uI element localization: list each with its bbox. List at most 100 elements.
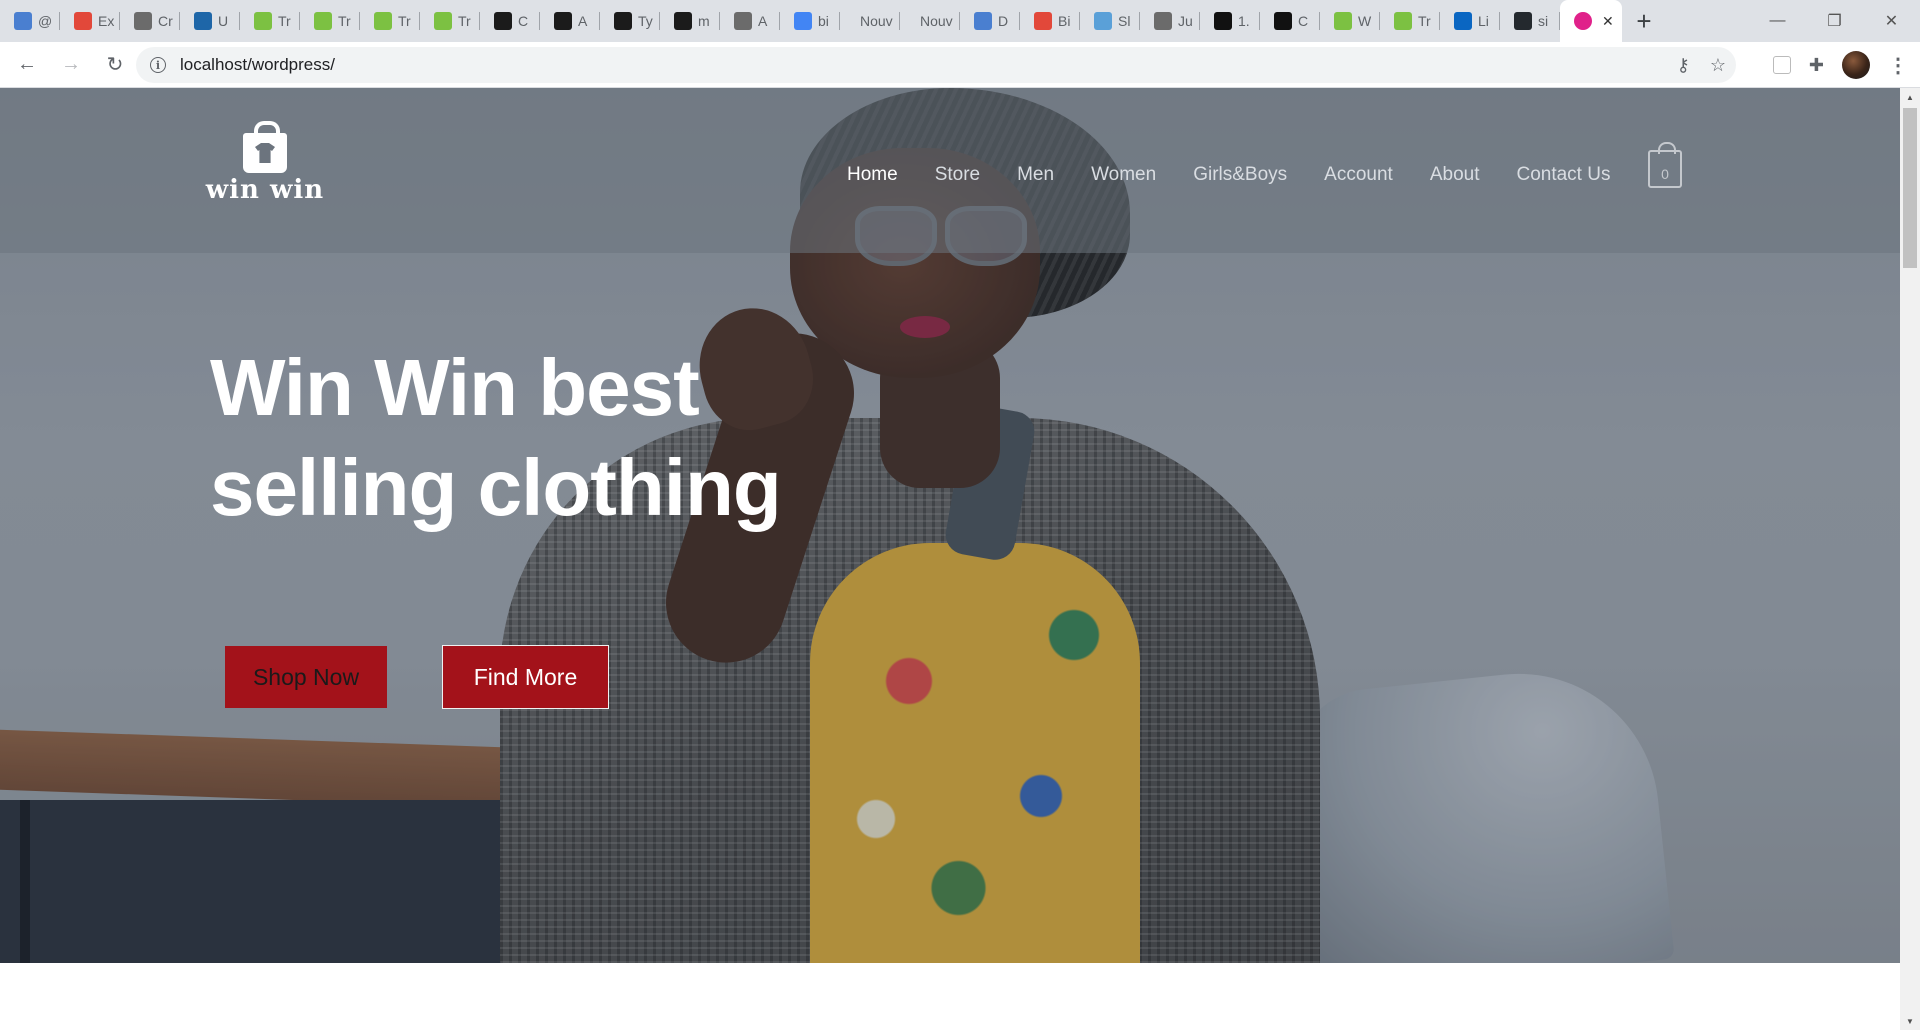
browser-tab[interactable]: A — [540, 0, 600, 42]
browser-tab[interactable]: W — [1320, 0, 1380, 42]
code-favicon-icon — [74, 12, 92, 30]
new-tab-button[interactable]: + — [1622, 0, 1666, 42]
browser-tab[interactable]: U — [180, 0, 240, 42]
tab-list: @ Ex Cr U Tr Tr Tr Tr C A Ty m Abi Nouv Nouv D Bi Sl Ju 1. C… — [0, 0, 1622, 42]
close-tab-icon[interactable]: ✕ — [1602, 13, 1614, 30]
browser-menu-icon[interactable]: ⋮ — [1888, 53, 1908, 78]
browser-tab[interactable]: D — [960, 0, 1020, 42]
scrollbar-thumb[interactable] — [1903, 108, 1917, 268]
figma-favicon-icon — [1274, 12, 1292, 30]
nav-item-girls-boys[interactable]: Girls&Boys — [1193, 164, 1287, 186]
browser-tab-strip: @ Ex Cr U Tr Tr Tr Tr C A Ty m Abi Nouv Nouv D Bi Sl Ju 1. C… — [0, 0, 1920, 42]
w3-favicon-icon — [314, 12, 332, 30]
cart-icon[interactable]: 0 — [1648, 142, 1682, 188]
browser-tab[interactable]: Sl — [1080, 0, 1140, 42]
browser-tab-title: Nouv — [920, 13, 953, 29]
minimize-button[interactable]: — — [1749, 0, 1806, 42]
reload-button[interactable]: ↻ — [98, 48, 132, 82]
browser-tab[interactable]: Tr — [420, 0, 480, 42]
browser-tab-title: @ — [38, 13, 53, 29]
w3-favicon-icon — [1394, 12, 1412, 30]
browser-tab-title: bi — [818, 13, 829, 29]
w3-favicon-icon — [1334, 12, 1352, 30]
code-favicon-icon — [1034, 12, 1052, 30]
browser-tab-title: Sl — [1118, 13, 1131, 29]
browser-tab[interactable]: Ex — [60, 0, 120, 42]
browser-tab[interactable]: Tr — [300, 0, 360, 42]
codepen-favicon-icon — [674, 12, 692, 30]
browser-tab-title: Cr — [158, 13, 173, 29]
site-info-icon[interactable]: i — [150, 57, 166, 73]
close-window-button[interactable]: ✕ — [1863, 0, 1920, 42]
find-more-button[interactable]: Find More — [442, 645, 609, 709]
browser-tab[interactable]: Ty — [600, 0, 660, 42]
browser-tab[interactable]: C — [1260, 0, 1320, 42]
nav-item-store[interactable]: Store — [935, 164, 980, 186]
browser-tab-title: Tr — [458, 13, 471, 29]
browser-tab-title: A — [758, 13, 768, 29]
cart-count: 0 — [1661, 166, 1669, 182]
maximize-button[interactable]: ❐ — [1806, 0, 1863, 42]
browser-toolbar: ← → ↻ i localhost/wordpress/ ⚷ ☆ ✚ ⋮ — [0, 42, 1920, 88]
shopping-bag-icon — [243, 121, 287, 173]
omnibox-actions: ⚷ ☆ — [1677, 47, 1726, 83]
browser-tab[interactable]: Tr — [1380, 0, 1440, 42]
key-icon[interactable]: ⚷ — [1677, 55, 1690, 76]
extension-icon[interactable] — [1772, 56, 1791, 74]
browser-tab[interactable]: 1. — [1200, 0, 1260, 42]
browser-tab-title: Ju — [1178, 13, 1193, 29]
browser-tab-title: Li — [1478, 13, 1489, 29]
browser-tab-title: C — [1298, 13, 1309, 29]
browser-tab[interactable]: si — [1500, 0, 1560, 42]
browser-tab[interactable]: Nouv — [840, 0, 900, 42]
page-scrollbar[interactable]: ▲ ▼ — [1900, 88, 1920, 1030]
nav-item-account[interactable]: Account — [1324, 164, 1393, 186]
youtube-favicon-icon — [14, 12, 32, 30]
browser-tab[interactable]: Li — [1440, 0, 1500, 42]
browser-tab[interactable]: Ju — [1140, 0, 1200, 42]
wordpress-favicon-icon — [1574, 12, 1592, 30]
browser-tab-title: C — [518, 13, 529, 29]
profile-avatar[interactable] — [1842, 51, 1870, 79]
address-bar[interactable]: i localhost/wordpress/ ⚷ ☆ — [136, 47, 1736, 83]
nav-item-men[interactable]: Men — [1017, 164, 1054, 186]
browser-tab-active[interactable]: ✕ — [1560, 0, 1622, 42]
page-content-below-hero — [0, 963, 1900, 1030]
nav-item-home[interactable]: Home — [847, 164, 898, 186]
browser-tab-title: Nouv — [860, 13, 893, 29]
google-favicon-icon — [794, 12, 812, 30]
main-navigation: Home Store Men Women Girls&Boys Account About C… — [847, 160, 1647, 190]
nav-item-women[interactable]: Women — [1091, 164, 1156, 186]
forward-button[interactable]: → — [54, 48, 88, 82]
browser-tab-title: Tr — [278, 13, 291, 29]
browser-tab[interactable]: bi — [780, 0, 840, 42]
scroll-down-arrow-icon[interactable]: ▼ — [1900, 1012, 1920, 1030]
shop-now-button[interactable]: Shop Now — [225, 646, 387, 708]
extensions-puzzle-icon[interactable]: ✚ — [1809, 55, 1824, 76]
w3-favicon-icon — [374, 12, 392, 30]
nav-item-contact-us[interactable]: Contact Us — [1516, 164, 1610, 186]
browser-tab[interactable]: Tr — [240, 0, 300, 42]
url-text[interactable]: localhost/wordpress/ — [180, 55, 335, 75]
browser-tab-title: A — [578, 13, 588, 29]
figma-favicon-icon — [1214, 12, 1232, 30]
browser-tab[interactable]: A — [720, 0, 780, 42]
browser-tab[interactable]: Bi — [1020, 0, 1080, 42]
bookmark-star-icon[interactable]: ☆ — [1710, 55, 1726, 76]
browser-tab-title: D — [998, 13, 1009, 29]
browser-tab[interactable]: Cr — [120, 0, 180, 42]
nav-item-about[interactable]: About — [1430, 164, 1480, 186]
scroll-up-arrow-icon[interactable]: ▲ — [1900, 88, 1920, 106]
github-favicon-icon — [1514, 12, 1532, 30]
site-logo[interactable]: win win — [205, 121, 325, 213]
browser-tab-title: U — [218, 13, 229, 29]
browser-tab[interactable]: C — [480, 0, 540, 42]
browser-tab[interactable]: @ — [0, 0, 60, 42]
browser-tab[interactable]: Tr — [360, 0, 420, 42]
globe-favicon-icon — [134, 12, 152, 30]
browser-tab[interactable]: m — [660, 0, 720, 42]
back-button[interactable]: ← — [10, 48, 44, 82]
browser-tab-title: Tr — [1418, 13, 1431, 29]
browser-tab[interactable]: Nouv — [900, 0, 960, 42]
browser-tab-title: W — [1358, 13, 1372, 29]
